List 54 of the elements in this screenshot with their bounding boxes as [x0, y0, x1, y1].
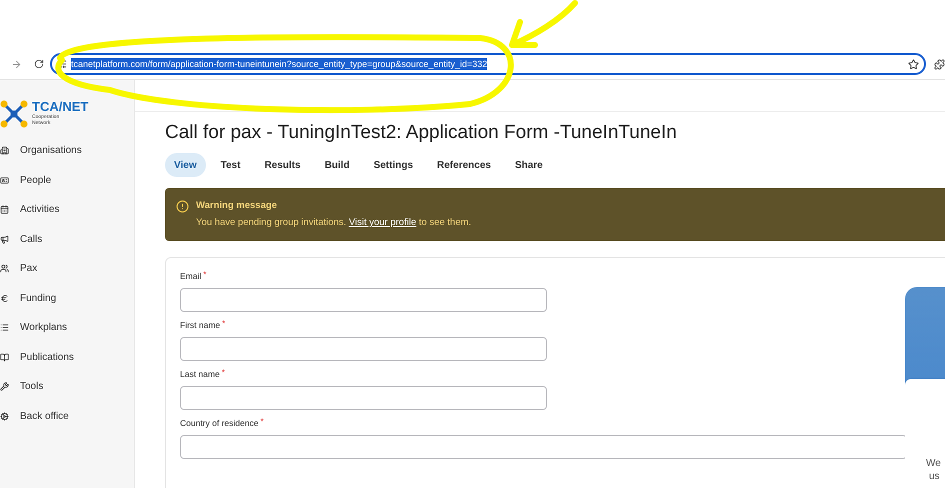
required-asterisk: * [260, 418, 264, 426]
forward-icon[interactable] [11, 58, 22, 70]
reload-icon[interactable] [34, 59, 44, 69]
url-text: tcanetplatform.com/form/application-form-tuneintunein?source_entity_type=group&source_entity_id=332 [71, 58, 488, 70]
megaphone-icon [0, 234, 9, 244]
wrench-icon [0, 382, 9, 392]
address-bar[interactable]: tcanetplatform.com/form/application-form-tuneintunein?source_entity_type=group&source_entity_id=332 [50, 53, 926, 75]
tab[interactable]: Share [506, 153, 552, 177]
warning-icon [176, 200, 189, 213]
extensions-icon[interactable] [934, 58, 945, 70]
sidebar-item[interactable]: People [0, 166, 134, 195]
id-card-icon [0, 176, 9, 185]
input-field[interactable] [180, 435, 907, 459]
field-label: Email * [180, 271, 208, 283]
sidebar-item[interactable]: Back office [0, 402, 134, 431]
tab[interactable]: References [428, 153, 500, 177]
sidebar-item[interactable]: Calls [0, 224, 134, 254]
page-title: Call for pax - TuningInTest2: Application Form -TuneInTuneIn [165, 121, 678, 145]
list-icon [0, 323, 9, 332]
logo-dots-icon [0, 98, 28, 128]
field-label: Country of residence * [180, 418, 265, 430]
building-icon [0, 146, 9, 156]
bookmark-star-icon[interactable] [908, 58, 919, 70]
tab[interactable]: Results [255, 153, 310, 177]
sidebar-item[interactable]: Funding [0, 284, 134, 313]
sidebar-item[interactable]: Organisations [0, 136, 134, 166]
profile-link[interactable]: Visit your profile [348, 217, 416, 228]
sidebar-item[interactable]: Activities [0, 195, 134, 224]
tab[interactable]: View [165, 153, 206, 177]
required-asterisk: * [203, 271, 206, 279]
chat-widget-text: us [928, 470, 941, 483]
users-icon [0, 264, 9, 274]
required-asterisk: * [222, 320, 226, 328]
cog-icon [0, 412, 9, 421]
sidebar-item[interactable]: Workplans [0, 313, 134, 342]
input-field[interactable] [180, 288, 547, 312]
field-label: Last name * [180, 369, 226, 381]
warning-title: Warning message [196, 200, 278, 212]
logo-name: TCA/NET [32, 100, 88, 112]
chat-widget-text: We [926, 457, 942, 470]
sidebar-item[interactable]: Publications [0, 342, 134, 372]
tab[interactable]: Build [316, 153, 359, 177]
sidebar-item[interactable]: Tools [0, 372, 134, 402]
sidebar-item[interactable]: Pax [0, 254, 134, 284]
tab[interactable]: Test [212, 153, 250, 177]
euro-icon [0, 294, 9, 303]
required-asterisk: * [222, 369, 225, 377]
field-label: First name * [180, 320, 226, 332]
book-icon [0, 352, 9, 362]
warning-text: You have pending group invitations. Visit your profile to see them. [196, 217, 472, 229]
calendar-icon [0, 205, 9, 214]
input-field[interactable] [180, 386, 547, 410]
tab[interactable]: Settings [364, 153, 422, 177]
input-field[interactable] [180, 337, 547, 361]
